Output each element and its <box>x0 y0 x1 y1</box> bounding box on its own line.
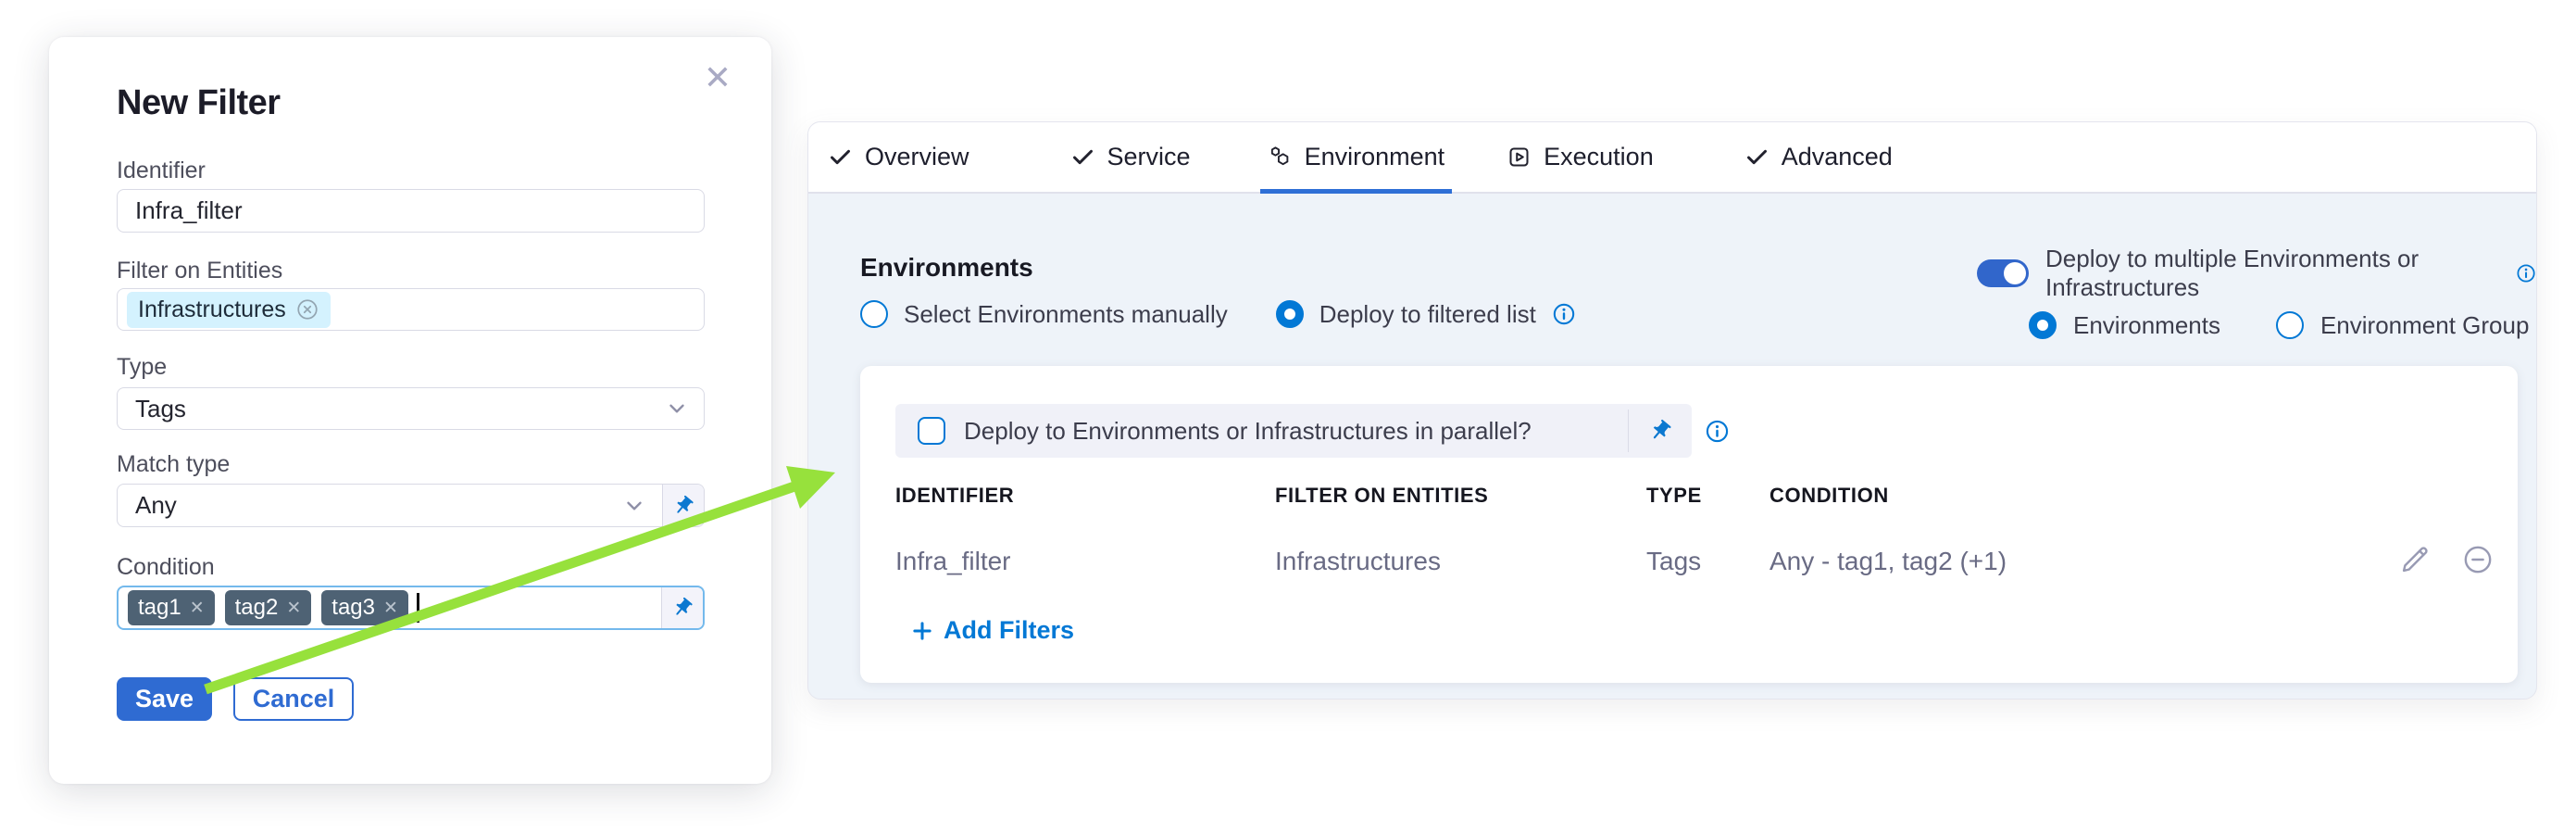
pin-icon[interactable] <box>661 587 703 628</box>
cancel-button[interactable]: Cancel <box>233 677 354 721</box>
tab-label: Service <box>1107 143 1191 171</box>
new-filter-modal: ✕ New Filter Identifier Filter on Entiti… <box>49 37 771 784</box>
remove-tag-icon[interactable]: ✕ <box>286 598 301 619</box>
edit-icon[interactable] <box>2399 544 2431 575</box>
screenshot-canvas: ✕ New Filter Identifier Filter on Entiti… <box>0 0 2576 832</box>
chevron-down-icon <box>665 397 689 421</box>
col-header-filter-on-entities: FILTER ON ENTITIES <box>1275 484 1488 508</box>
tab-environment[interactable]: Environment <box>1268 122 1445 192</box>
tab-overview[interactable]: Overview <box>828 122 969 192</box>
radio-environment-group-label[interactable]: Environment Group <box>2320 311 2529 340</box>
row-filter-on-entities: Infrastructures <box>1275 547 1441 576</box>
match-type-label: Match type <box>117 451 230 478</box>
tab-label: Environment <box>1305 143 1445 171</box>
tag-label: tag3 <box>331 595 375 621</box>
entity-chip: Infrastructures <box>127 292 331 328</box>
pin-icon[interactable] <box>662 485 704 526</box>
info-icon[interactable] <box>1705 419 1730 444</box>
environment-icon <box>1268 145 1293 170</box>
filters-card: Deploy to Environments or Infrastructure… <box>860 366 2518 683</box>
pin-icon[interactable] <box>1629 419 1692 443</box>
toggle-knob <box>2004 262 2026 284</box>
row-condition: Any - tag1, tag2 (+1) <box>1769 547 2007 576</box>
plus-icon <box>910 619 934 643</box>
text-cursor <box>417 593 419 623</box>
info-icon[interactable] <box>1552 302 1576 326</box>
remove-tag-icon[interactable]: ✕ <box>383 598 398 619</box>
type-select-value: Tags <box>118 395 704 423</box>
radio-environments[interactable] <box>2029 311 2057 339</box>
multi-env-toggle-row: Deploy to multiple Environments or Infra… <box>1977 257 2536 290</box>
identifier-field[interactable] <box>117 189 705 233</box>
row-identifier: Infra_filter <box>895 547 1011 576</box>
parallel-deploy-bar: Deploy to Environments or Infrastructure… <box>895 404 1692 458</box>
condition-tag: tag1 ✕ <box>128 590 215 625</box>
tab-label: Execution <box>1544 143 1654 171</box>
close-icon[interactable]: ✕ <box>697 57 738 98</box>
multi-env-toggle[interactable] <box>1977 259 2029 287</box>
execution-icon <box>1507 145 1532 170</box>
minus-circle-icon[interactable] <box>2462 544 2494 575</box>
tab-label: Overview <box>865 143 969 171</box>
circle-remove-icon[interactable] <box>295 297 319 321</box>
radio-deploy-filtered-label[interactable]: Deploy to filtered list <box>1319 300 1536 329</box>
entity-chip-label: Infrastructures <box>138 296 286 323</box>
tab-advanced[interactable]: Advanced <box>1744 122 1893 192</box>
col-header-condition: CONDITION <box>1769 484 1889 508</box>
add-filters-button[interactable]: Add Filters <box>910 616 1074 645</box>
condition-label: Condition <box>117 554 215 581</box>
environment-target-radios: Environments Environment Group <box>2029 309 2529 342</box>
col-header-type: TYPE <box>1646 484 1702 508</box>
environment-tab-body: Environments Select Environments manuall… <box>808 194 2536 699</box>
parallel-deploy-checkbox[interactable] <box>918 417 945 445</box>
check-icon <box>1744 145 1769 170</box>
identifier-label: Identifier <box>117 158 206 184</box>
remove-tag-icon[interactable]: ✕ <box>190 598 205 619</box>
filter-on-entities-label: Filter on Entities <box>117 258 282 284</box>
pipeline-stage-panel: Overview Service Environment <box>807 121 2537 700</box>
stage-tabs: Overview Service Environment <box>808 122 2536 194</box>
tab-label: Advanced <box>1782 143 1893 171</box>
tab-service[interactable]: Service <box>1070 122 1191 192</box>
tag-label: tag1 <box>138 595 181 621</box>
filter-on-entities-field[interactable]: Infrastructures <box>117 288 705 331</box>
radio-select-manually[interactable] <box>860 300 888 328</box>
save-button[interactable]: Save <box>117 677 212 721</box>
info-icon[interactable] <box>2516 261 2536 285</box>
check-icon <box>1070 145 1095 170</box>
condition-field[interactable]: tag1 ✕ tag2 ✕ tag3 ✕ <box>117 586 705 630</box>
multi-env-toggle-label: Deploy to multiple Environments or Infra… <box>2045 245 2499 302</box>
radio-environment-group[interactable] <box>2276 311 2304 339</box>
radio-deploy-filtered[interactable] <box>1276 300 1304 328</box>
type-label: Type <box>117 354 167 381</box>
condition-tag: tag3 ✕ <box>321 590 408 625</box>
condition-tag: tag2 ✕ <box>225 590 312 625</box>
tab-execution[interactable]: Execution <box>1507 122 1654 192</box>
type-select[interactable]: Tags <box>117 387 705 430</box>
col-header-identifier: IDENTIFIER <box>895 484 1014 508</box>
chevron-down-icon <box>622 494 646 518</box>
match-type-select[interactable]: Any <box>117 484 705 527</box>
add-filters-label: Add Filters <box>944 616 1074 645</box>
modal-title: New Filter <box>117 83 281 123</box>
tag-label: tag2 <box>235 595 279 621</box>
match-type-select-value: Any <box>118 491 704 520</box>
radio-select-manually-label[interactable]: Select Environments manually <box>904 300 1228 329</box>
environment-mode-radios: Select Environments manually Deploy to f… <box>860 297 1576 331</box>
environments-heading: Environments <box>860 253 1033 283</box>
check-icon <box>828 145 853 170</box>
radio-environments-label[interactable]: Environments <box>2073 311 2220 340</box>
row-type: Tags <box>1646 547 1701 576</box>
identifier-input[interactable] <box>118 196 663 225</box>
parallel-deploy-label[interactable]: Deploy to Environments or Infrastructure… <box>964 417 1628 446</box>
